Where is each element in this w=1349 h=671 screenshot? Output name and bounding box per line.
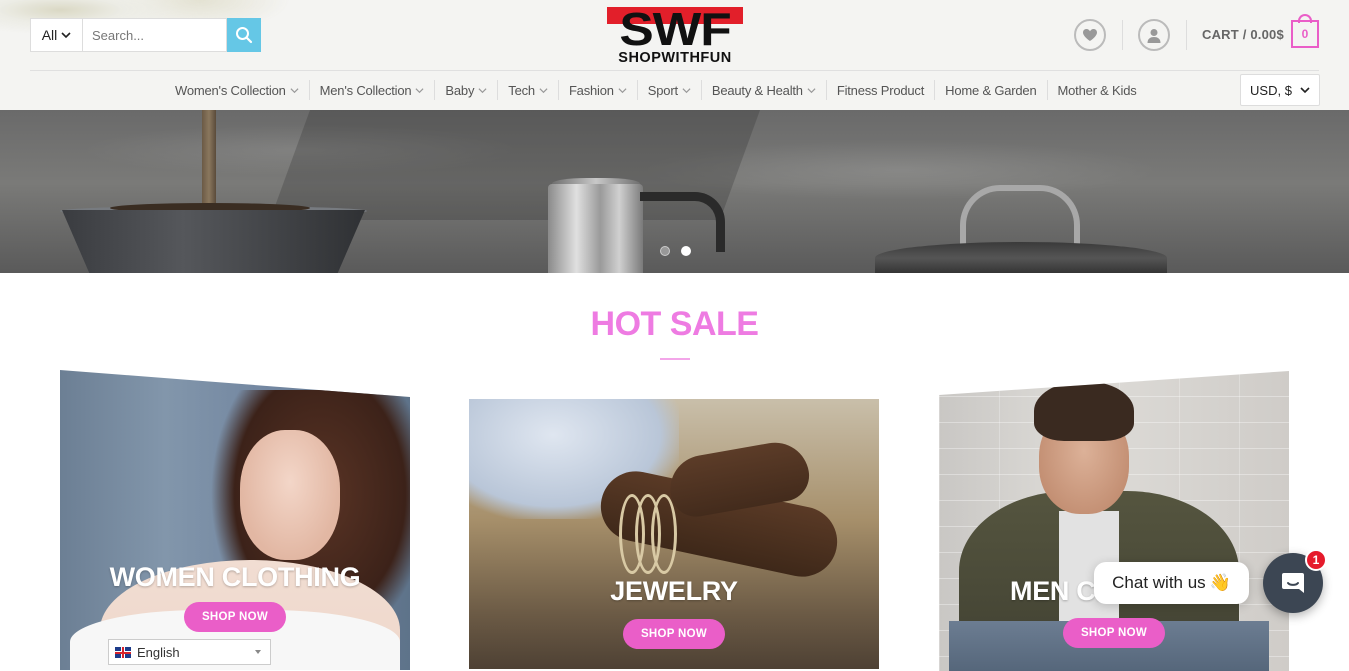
- language-selector[interactable]: English: [108, 639, 271, 665]
- nav-item-label: Home & Garden: [945, 82, 1037, 98]
- nav-item-home-garden[interactable]: Home & Garden: [934, 80, 1046, 100]
- account-button[interactable]: [1138, 19, 1170, 51]
- nav-item-label: Fitness Product: [836, 82, 925, 98]
- caret-down-icon: [255, 650, 261, 654]
- chat-icon: [1282, 573, 1304, 593]
- nav-item-label: Baby: [445, 82, 475, 98]
- search-category-label: All: [41, 27, 58, 43]
- nav-item-sport[interactable]: Sport: [636, 80, 701, 100]
- nav-item-label: Mother & Kids: [1057, 82, 1137, 98]
- user-icon: [1147, 28, 1161, 43]
- shop-now-button[interactable]: SHOP NOW: [1063, 618, 1165, 648]
- header-divider: [1122, 20, 1123, 50]
- plant-stem-image: [202, 110, 216, 210]
- chevron-down-icon: [539, 87, 548, 93]
- logo-mark-letters: SWF: [619, 3, 731, 55]
- kettle-image: [548, 184, 643, 273]
- site-header: All SWF SHOPWITHFUN CART / 0.00$ 0 Women…: [0, 0, 1349, 110]
- nav-item-label: Fashion: [568, 82, 614, 98]
- chevron-down-icon: [478, 87, 487, 93]
- chevron-down-icon: [807, 87, 816, 93]
- model-face-image: [240, 430, 340, 560]
- hero-slider[interactable]: [0, 110, 1349, 273]
- search-category-select[interactable]: All: [30, 18, 83, 52]
- nav-item-fitness-product[interactable]: Fitness Product: [825, 80, 934, 100]
- chevron-down-icon: [61, 32, 71, 39]
- nav-item-beauty-health[interactable]: Beauty & Health: [700, 80, 826, 100]
- chevron-down-icon: [415, 87, 424, 93]
- plant-pot-image: [62, 210, 365, 273]
- site-logo[interactable]: SWF SHOPWITHFUN: [607, 6, 743, 67]
- nav-divider: [30, 70, 1319, 71]
- model-hair-image: [1034, 381, 1134, 441]
- nav-item-fashion[interactable]: Fashion: [557, 80, 637, 100]
- main-navigation: Women's Collection Men's Collection Baby…: [165, 80, 1147, 100]
- section-title-hot-sale: HOT SALE: [590, 305, 759, 343]
- currency-label: USD, $: [1250, 82, 1292, 98]
- card-title: JEWELRY: [610, 576, 738, 606]
- wishlist-button[interactable]: [1074, 19, 1106, 51]
- chevron-down-icon: [618, 87, 627, 93]
- shop-now-button[interactable]: SHOP NOW: [623, 619, 725, 649]
- title-underline: [660, 358, 690, 360]
- nav-item-tech[interactable]: Tech: [497, 80, 558, 100]
- nav-item-mens-collection[interactable]: Men's Collection: [308, 80, 435, 100]
- uk-flag-icon: [115, 646, 131, 658]
- category-card-women-clothing[interactable]: WOMEN CLOTHING SHOP NOW: [60, 370, 410, 670]
- chat-notification-badge: 1: [1305, 549, 1327, 571]
- search-bar: All: [30, 18, 261, 52]
- cart-count-badge[interactable]: 0: [1291, 20, 1319, 48]
- currency-select[interactable]: USD, $: [1240, 74, 1320, 106]
- chevron-down-icon: [682, 87, 691, 93]
- search-button[interactable]: [227, 18, 261, 52]
- cart-link[interactable]: CART / 0.00$: [1202, 27, 1284, 42]
- logo-mark: SWF: [607, 6, 743, 52]
- bangle-image: [651, 494, 677, 574]
- nav-item-label: Sport: [647, 82, 678, 98]
- chevron-down-icon: [1300, 87, 1310, 94]
- chevron-down-icon: [290, 87, 299, 93]
- search-input[interactable]: [83, 18, 227, 52]
- waving-hand-icon: 👋: [1209, 573, 1231, 592]
- nav-item-womens-collection[interactable]: Women's Collection: [165, 80, 309, 100]
- category-card-men-clothing[interactable]: MEN CL SHOP NOW: [939, 371, 1289, 671]
- cooking-pot-image: [875, 242, 1167, 273]
- nav-item-mother-kids[interactable]: Mother & Kids: [1046, 80, 1147, 100]
- slider-dot[interactable]: [660, 246, 670, 256]
- nav-item-label: Beauty & Health: [711, 82, 803, 98]
- chat-prompt-bubble[interactable]: Chat with us 👋: [1094, 562, 1249, 604]
- kettle-handle-image: [640, 192, 725, 252]
- category-card-jewelry[interactable]: JEWELRY SHOP NOW: [469, 399, 879, 669]
- nav-item-label: Men's Collection: [319, 82, 412, 98]
- card-title: WOMEN CLOTHING: [109, 562, 361, 592]
- nav-item-label: Women's Collection: [175, 82, 286, 98]
- nav-item-baby[interactable]: Baby: [434, 80, 497, 100]
- slider-dot-active[interactable]: [681, 246, 691, 256]
- heart-icon: [1083, 29, 1097, 41]
- chat-prompt-label: Chat with us: [1112, 573, 1206, 592]
- search-icon: [236, 27, 253, 44]
- shop-now-button[interactable]: SHOP NOW: [184, 602, 286, 632]
- language-label: English: [137, 644, 180, 660]
- header-divider: [1186, 20, 1187, 50]
- nav-item-label: Tech: [508, 82, 535, 98]
